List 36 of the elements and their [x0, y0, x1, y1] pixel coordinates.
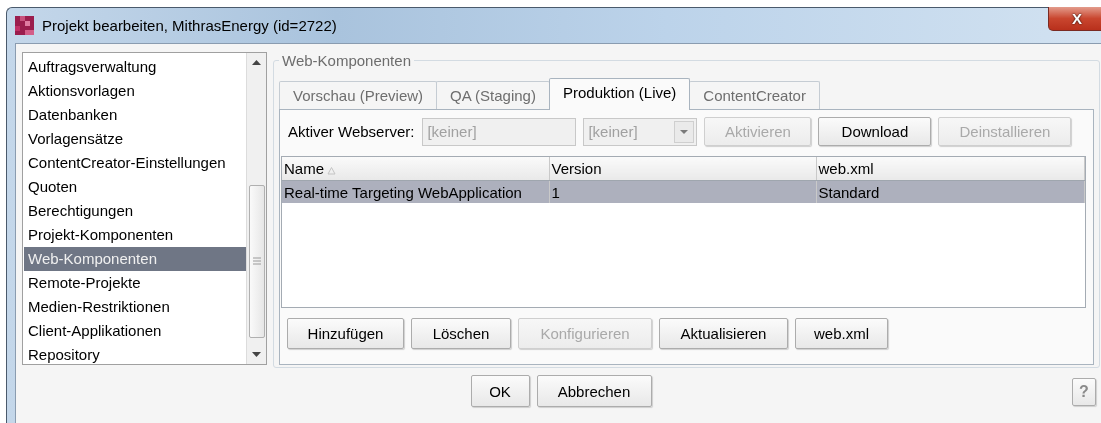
sidebar-item[interactable]: Vorlagensätze	[24, 127, 246, 151]
table-cell: 1	[549, 180, 816, 203]
app-logo-icon	[15, 16, 34, 35]
sidebar-item[interactable]: Berechtigungen	[24, 199, 246, 223]
sidebar-item[interactable]: Remote-Projekte	[24, 271, 246, 295]
tab[interactable]: Vorschau (Preview)	[279, 81, 438, 109]
window-title: Projekt bearbeiten, MithrasEnergy (id=2722)	[42, 17, 337, 34]
sidebar-item[interactable]: Web-Komponenten	[24, 247, 246, 271]
table-action-button[interactable]: web.xml	[795, 318, 888, 349]
sort-ascending-icon	[327, 166, 336, 175]
cancel-button[interactable]: Abbrechen	[536, 375, 652, 407]
sidebar-item[interactable]: Aktionsvorlagen	[24, 79, 246, 103]
table-action-button[interactable]: Löschen	[411, 318, 511, 349]
sidebar-item[interactable]: Medien-Restriktionen	[24, 295, 246, 319]
table-cell: Standard	[816, 180, 1085, 203]
sidebar-item[interactable]: Datenbanken	[24, 103, 246, 127]
sidebar-item[interactable]: Client-Applikationen	[24, 319, 246, 343]
sidebar-item[interactable]: Quoten	[24, 175, 246, 199]
tab[interactable]: Produktion (Live)	[548, 78, 691, 110]
sidebar-item[interactable]: Repository	[24, 343, 246, 367]
toolbar-button[interactable]: Download	[818, 117, 932, 146]
ok-button[interactable]: OK	[470, 375, 530, 407]
webserver-label: Aktiver Webserver:	[288, 123, 415, 140]
close-button[interactable]: X	[1048, 7, 1101, 31]
column-header[interactable]: Name	[282, 157, 549, 181]
sidebar-item[interactable]: Projekt-Komponenten	[24, 223, 246, 247]
table-cell: Real-time Targeting WebApplication	[282, 180, 549, 203]
sidebar-item[interactable]: ContentCreator-Einstellungen	[24, 151, 246, 175]
column-header[interactable]: web.xml	[816, 157, 1085, 181]
group-title: Web-Komponenten	[281, 52, 412, 69]
table-action-button[interactable]: Hinzufügen	[287, 318, 404, 349]
tab[interactable]: ContentCreator	[689, 81, 820, 109]
column-header[interactable]: Version	[549, 157, 816, 181]
table-action-button[interactable]: Aktualisieren	[659, 318, 788, 349]
scrollbar-thumb[interactable]	[249, 185, 265, 338]
sidebar-item[interactable]: Auftragsverwaltung	[24, 55, 246, 79]
